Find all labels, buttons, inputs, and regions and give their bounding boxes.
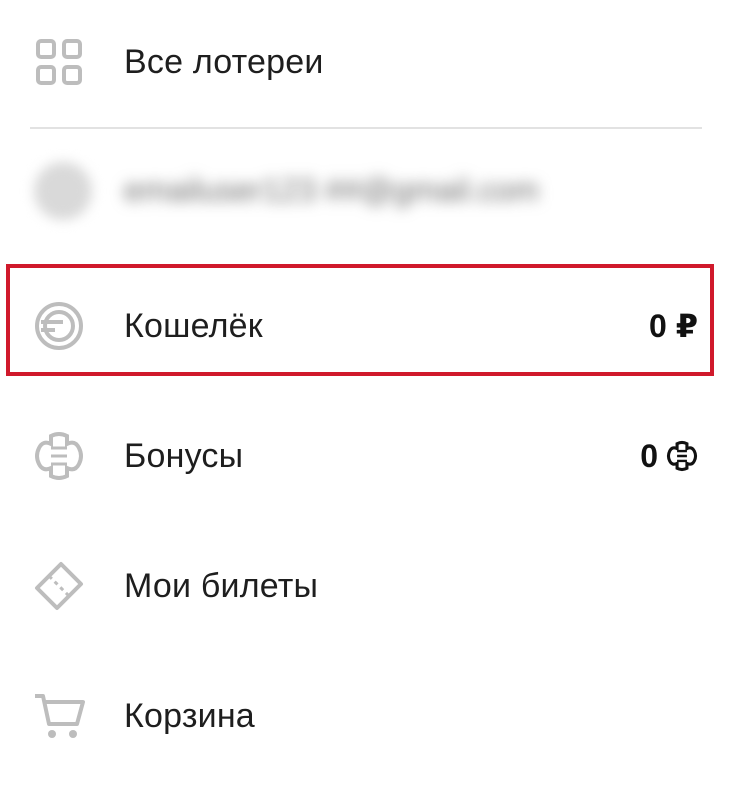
menu-item-wallet[interactable]: Кошелёк 0 ₽ [0, 286, 730, 366]
wallet-balance: 0 ₽ [649, 308, 698, 344]
menu-item-cart[interactable]: Корзина [0, 676, 730, 756]
cart-icon [30, 687, 88, 745]
account-row[interactable]: emailuser123 ##@gmail.com [0, 152, 730, 232]
menu-item-label: Бонусы [124, 437, 244, 475]
menu-item-bonuses[interactable]: Бонусы 0 [0, 416, 730, 496]
bonus-icon [30, 427, 88, 485]
bonus-currency-icon [666, 440, 698, 472]
menu-item-all-lotteries[interactable]: Все лотереи [0, 22, 730, 102]
menu-item-label: Мои билеты [124, 567, 319, 605]
side-menu: Все лотереи emailuser123 ##@gmail.com Ко… [0, 0, 730, 788]
bonus-count: 0 [640, 437, 658, 474]
menu-item-label: Все лотереи [124, 43, 324, 81]
avatar [34, 162, 92, 220]
grid-icon [30, 33, 88, 91]
wallet-icon [30, 297, 88, 355]
menu-item-label: Кошелёк [124, 307, 263, 345]
ticket-icon [30, 557, 88, 615]
menu-item-label: Корзина [124, 697, 255, 735]
account-email: emailuser123 ##@gmail.com [124, 172, 539, 208]
divider [30, 127, 702, 129]
bonus-balance: 0 [640, 438, 698, 475]
menu-item-my-tickets[interactable]: Мои билеты [0, 546, 730, 626]
